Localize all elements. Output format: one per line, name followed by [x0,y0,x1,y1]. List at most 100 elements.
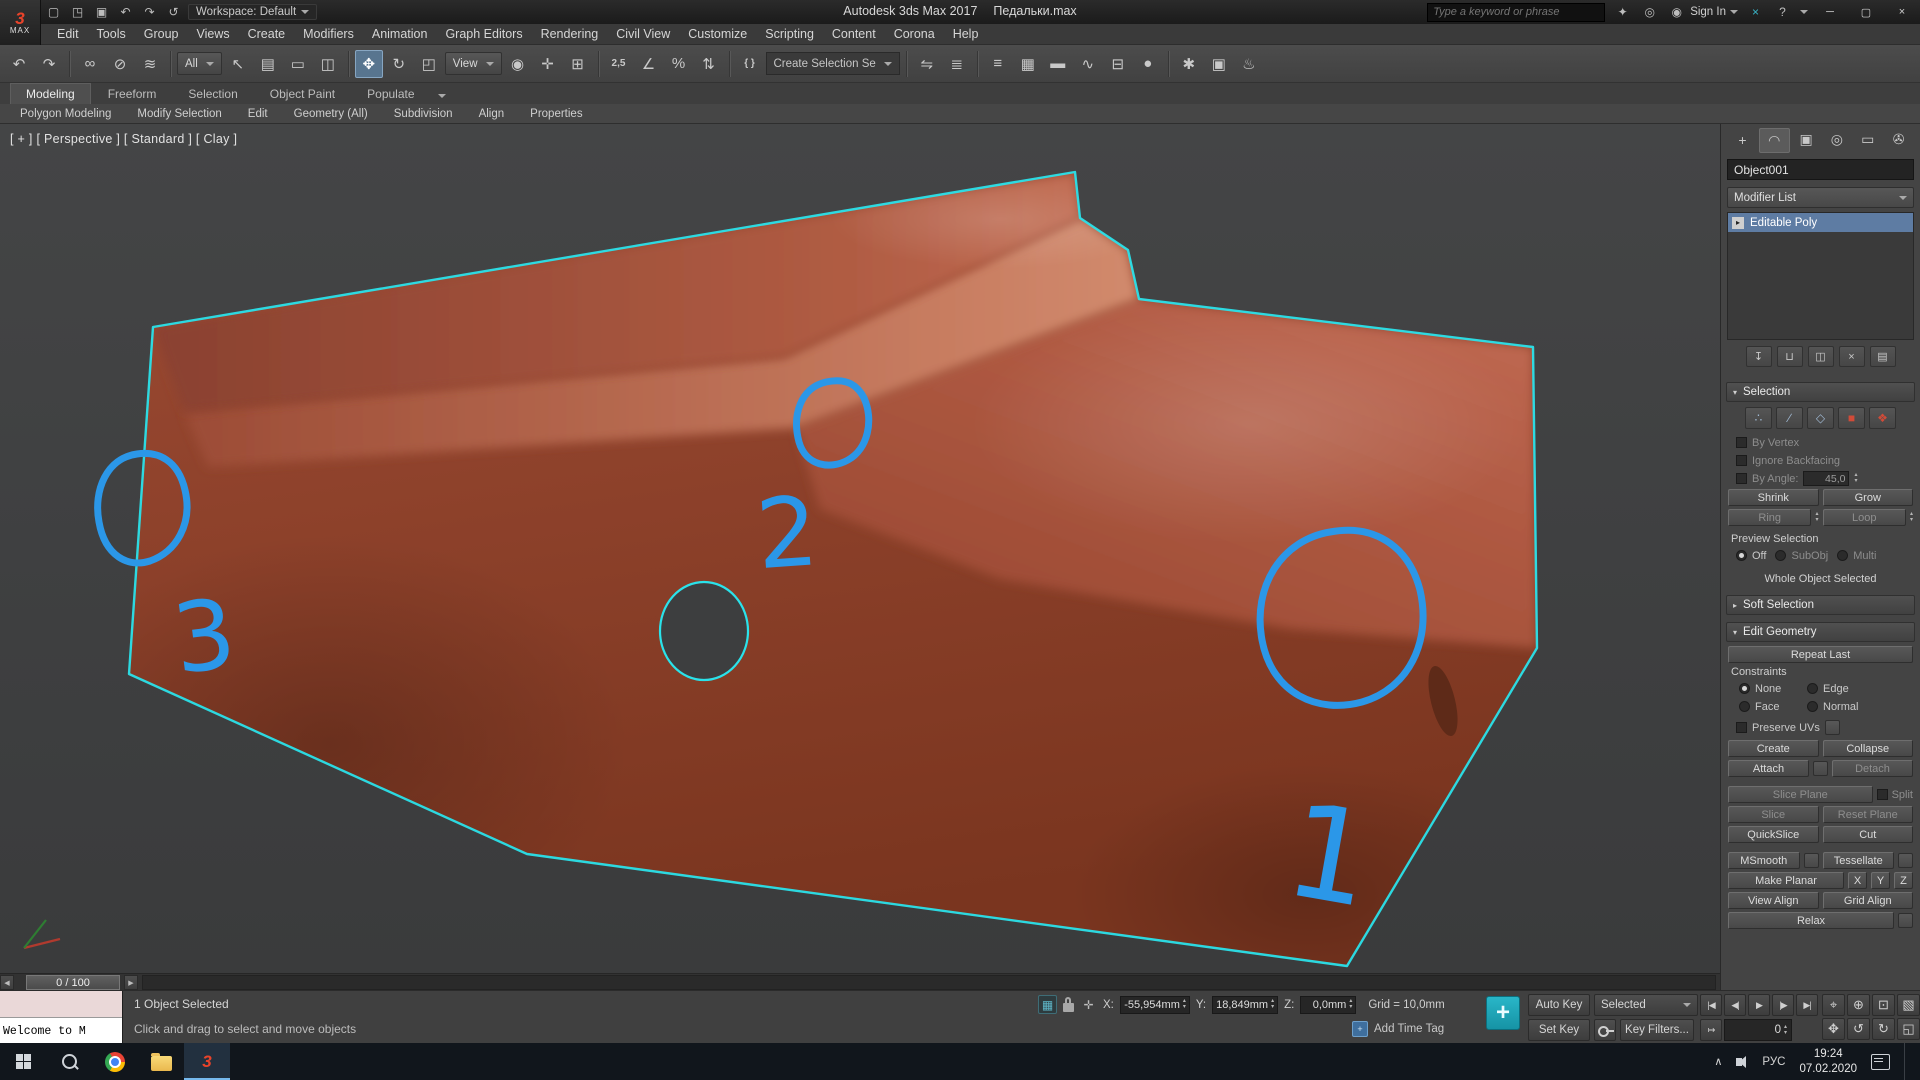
bind-to-spacewarp-icon[interactable]: ≋ [136,50,164,78]
menu-scripting[interactable]: Scripting [756,25,823,43]
planar-x-button[interactable]: X [1848,872,1867,889]
menu-graph-editors[interactable]: Graph Editors [436,25,531,43]
listener-script-pane[interactable]: Welcome to M [0,1018,122,1044]
app-menu-button[interactable]: 3 MAX [0,0,41,45]
msmooth-settings-icon[interactable] [1804,853,1819,868]
action-center-icon[interactable] [1871,1054,1890,1070]
make-unique-icon[interactable]: ◫ [1808,346,1834,367]
mirror-icon[interactable]: ⇋ [913,50,941,78]
by-angle-checkbox[interactable]: By Angle: 45,0 ▴▾ [1727,471,1914,486]
spinner-icon[interactable]: ▴▾ [1271,999,1274,1010]
menu-tools[interactable]: Tools [88,25,135,43]
select-and-manipulate-icon[interactable]: ✛ [534,50,562,78]
window-crossing-icon[interactable]: ◫ [314,50,342,78]
rectangular-selection-icon[interactable]: ▭ [284,50,312,78]
layer-manager-icon[interactable]: ▦ [1014,50,1042,78]
play-button[interactable]: ▶ [1748,994,1770,1016]
align-icon[interactable]: ≣ [943,50,971,78]
redo-icon[interactable]: ↷ [35,50,63,78]
add-time-tag[interactable]: + Add Time Tag [1352,1021,1444,1037]
grid-align-button[interactable]: Grid Align [1823,892,1914,909]
zoom-all-icon[interactable]: ⊕ [1847,994,1870,1016]
select-by-name-icon[interactable]: ▤ [254,50,282,78]
volume-icon[interactable] [1736,1058,1742,1066]
ribbon-options-icon[interactable] [438,94,446,98]
maximize-viewport-icon[interactable]: ◱ [1897,1018,1920,1040]
element-mode-icon[interactable]: ❖ [1869,407,1896,429]
stack-item-editable-poly[interactable]: ▸ Editable Poly [1728,213,1913,232]
relax-button[interactable]: Relax [1728,912,1894,929]
isolate-selection-icon[interactable]: ▦ [1038,995,1057,1014]
menu-views[interactable]: Views [187,25,238,43]
open-file-icon[interactable]: ◳ [68,3,87,22]
selection-filter-dropdown[interactable]: All [177,52,222,75]
cut-button[interactable]: Cut [1823,826,1914,843]
utilities-tab-icon[interactable]: ✇ [1884,128,1913,151]
x-coordinate-field[interactable]: -55,954mm ▴▾ [1120,996,1190,1014]
taskbar-chrome-button[interactable] [92,1043,138,1080]
preserve-uvs-checkbox[interactable]: Preserve UVs [1727,720,1914,735]
y-coordinate-field[interactable]: 18,849mm ▴▾ [1212,996,1278,1014]
time-forward-button[interactable]: ▶ [124,975,138,990]
zoom-region-icon[interactable]: ▧ [1897,994,1920,1016]
time-back-button[interactable]: ◀ [0,975,14,990]
transform-typein-icon[interactable]: ✛ [1080,996,1097,1013]
go-to-end-button[interactable]: ▶| [1796,994,1818,1016]
msmooth-button[interactable]: MSmooth [1728,852,1800,869]
undo-icon[interactable]: ↶ [5,50,33,78]
previous-frame-button[interactable]: ◀| [1724,994,1746,1016]
make-planar-button[interactable]: Make Planar [1728,872,1844,889]
favorites-icon[interactable]: ✦ [1613,3,1632,22]
slice-plane-button[interactable]: Slice Plane [1728,786,1873,803]
time-slider-track[interactable] [142,975,1716,990]
set-key-button[interactable]: Set Key [1528,1019,1590,1041]
create-tab-icon[interactable]: + [1728,128,1757,151]
scene-explorer-icon[interactable]: ≡ [984,50,1012,78]
menu-help[interactable]: Help [944,25,988,43]
view-align-button[interactable]: View Align [1728,892,1819,909]
loop-spinner-icon[interactable]: ▴▾ [1910,512,1913,523]
angle-snap-icon[interactable]: ∠ [635,50,663,78]
expand-icon[interactable]: ▸ [1732,217,1744,229]
ring-spinner-icon[interactable]: ▴▾ [1815,512,1818,523]
maxscript-mini-listener[interactable]: Welcome to M [0,991,123,1044]
spinner-icon[interactable]: ▴▾ [1854,473,1857,484]
select-and-rotate-icon[interactable]: ↻ [385,50,413,78]
planar-y-button[interactable]: Y [1871,872,1890,889]
undo-icon[interactable]: ↶ [116,3,135,22]
split-checkbox-icon[interactable] [1877,789,1888,800]
shrink-button[interactable]: Shrink [1728,489,1819,506]
ribbon-tab-populate[interactable]: Populate [352,84,429,104]
modifier-stack[interactable]: ▸ Editable Poly [1727,212,1914,340]
display-tab-icon[interactable]: ▭ [1853,128,1882,151]
selection-lock-icon[interactable] [1063,1003,1074,1012]
attach-settings-icon[interactable] [1813,761,1828,776]
a360-icon[interactable]: × [1746,3,1765,22]
relax-settings-icon[interactable] [1898,913,1913,928]
save-file-icon[interactable]: ▣ [92,3,111,22]
attach-button[interactable]: Attach [1728,760,1809,777]
by-vertex-checkbox[interactable]: By Vertex [1727,435,1914,450]
orbit-ccw-icon[interactable]: ↺ [1847,1018,1870,1040]
render-setup-icon[interactable]: ✱ [1175,50,1203,78]
z-coordinate-field[interactable]: 0,0mm ▴▾ [1300,996,1356,1014]
named-selection-set-combo[interactable]: Create Selection Se [766,52,900,75]
spinner-snap-icon[interactable]: ⇅ [695,50,723,78]
language-indicator[interactable]: РУС [1762,1056,1785,1068]
menu-group[interactable]: Group [135,25,188,43]
listener-macro-pane[interactable] [0,991,122,1018]
preview-subobj-radio[interactable]: SubObj [1775,548,1828,563]
menu-corona[interactable]: Corona [885,25,944,43]
tray-expand-icon[interactable]: ∧ [1714,1055,1722,1068]
panel-polygon-modeling[interactable]: Polygon Modeling [10,106,121,122]
preserve-uvs-settings-icon[interactable] [1825,720,1840,735]
select-object-icon[interactable]: ↖ [224,50,252,78]
hierarchy-tab-icon[interactable]: ▣ [1792,128,1821,151]
time-slider-handle[interactable]: 0 / 100 [26,975,120,990]
repeat-last-button[interactable]: Repeat Last [1728,646,1913,663]
pin-stack-icon[interactable]: ↧ [1746,346,1772,367]
edit-named-selection-sets-icon[interactable]: { } [736,50,764,78]
panel-align[interactable]: Align [469,106,515,122]
object-name-field[interactable]: Object001 [1727,159,1914,180]
maximize-button[interactable]: ▢ [1852,2,1880,22]
